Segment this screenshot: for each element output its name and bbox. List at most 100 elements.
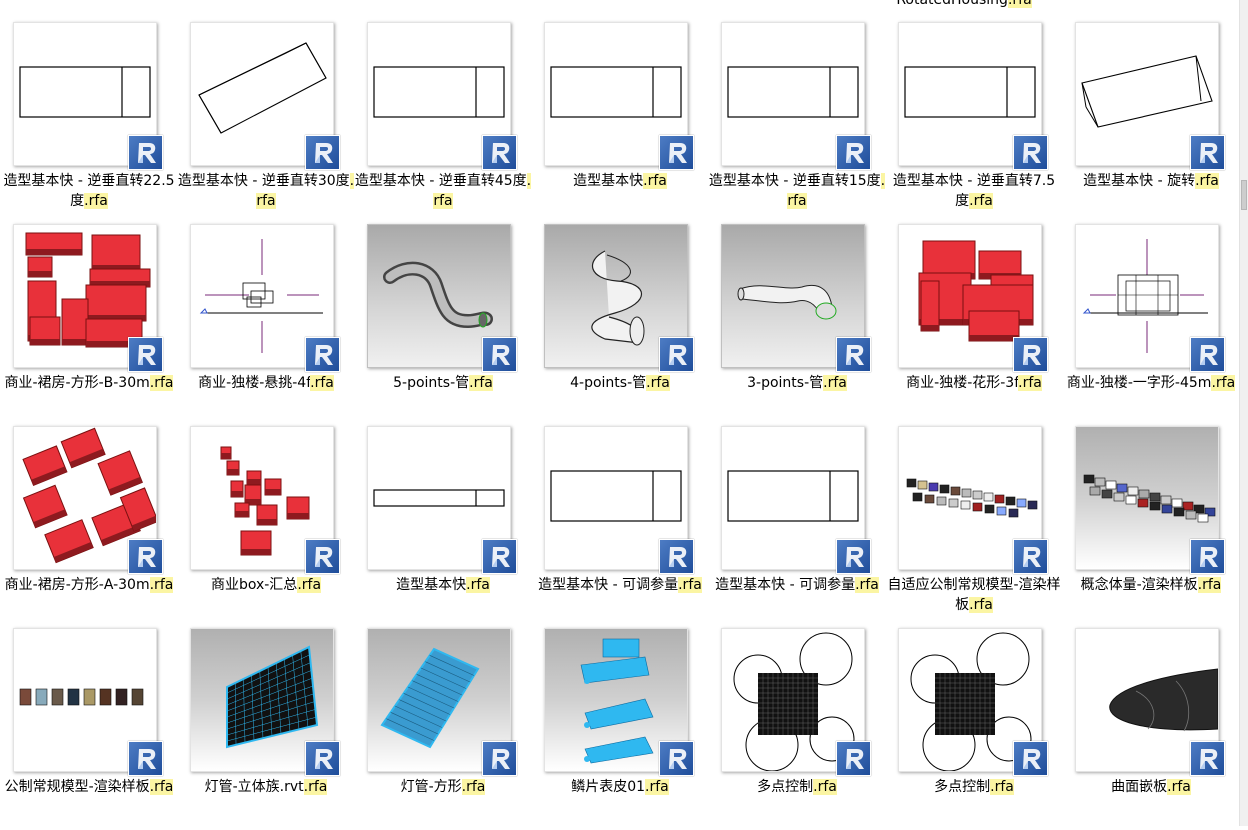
file-name-text: 造型基本快 - 逆垂直转30度: [177, 173, 350, 189]
file-name-label[interactable]: 商业-独楼-花形-3f.rfa: [885, 373, 1063, 393]
file-extension-highlight: .rfa: [645, 779, 669, 795]
file-extension-highlight: .rfa: [1167, 779, 1191, 795]
file-name-text: 造型基本快 - 逆垂直转15度: [708, 173, 881, 189]
file-name-label[interactable]: 造型基本快 - 可调参量.rfa: [531, 575, 709, 595]
revit-family-icon: [836, 741, 871, 776]
file-name-text: 商业-独楼-一字形-45m: [1066, 375, 1212, 391]
revit-family-icon: [1013, 135, 1048, 170]
revit-family-icon: [128, 539, 163, 574]
file-extension-highlight: .rfa: [855, 577, 879, 593]
file-name-label[interactable]: 3-points-管.rfa: [708, 373, 886, 393]
file-name-label[interactable]: 商业-裙房-方形-B-30m.rfa: [0, 373, 178, 393]
file-name-text: 商业-裙房-方形-A-30m: [4, 577, 150, 593]
revit-family-icon: [305, 539, 340, 574]
file-name-label[interactable]: 造型基本快 - 逆垂直转22.5度.rfa: [0, 171, 178, 211]
file-item[interactable]: 造型基本快 - 可调参量.rfa: [531, 426, 709, 628]
file-extension-highlight: .rfa: [303, 779, 328, 795]
file-name-label[interactable]: 4-points-管.rfa: [531, 373, 709, 393]
file-name-label[interactable]: 商业-独楼-一字形-45m.rfa: [1062, 373, 1240, 393]
file-name-text: 造型基本快 - 逆垂直转45度: [354, 173, 527, 189]
file-item[interactable]: 商业-独楼-花形-3f.rfa: [885, 224, 1063, 426]
file-name-label[interactable]: 造型基本快 - 可调参量.rfa: [708, 575, 886, 595]
file-item[interactable]: 造型基本快 - 可调参量.rfa: [708, 426, 886, 628]
file-extension-highlight: .rfa: [310, 375, 334, 391]
revit-family-icon: [482, 135, 517, 170]
file-item[interactable]: 概念体量-渲染样板.rfa: [1062, 426, 1240, 628]
file-extension-highlight: .rfa: [466, 577, 490, 593]
revit-family-icon: [1013, 539, 1048, 574]
file-item[interactable]: 多点控制.rfa: [885, 628, 1063, 830]
file-extension-highlight: .rfa: [297, 577, 322, 593]
file-item[interactable]: 造型基本快 - 逆垂直转22.5度.rfa: [0, 22, 178, 224]
file-name-label[interactable]: 曲面嵌板.rfa: [1062, 777, 1240, 797]
revit-family-icon: [305, 135, 340, 170]
file-item[interactable]: 商业-独楼-一字形-45m.rfa: [1062, 224, 1240, 426]
file-name-label[interactable]: 造型基本快.rfa: [531, 171, 709, 191]
file-item[interactable]: 商业-裙房-方形-B-30m.rfa: [0, 224, 178, 426]
revit-family-icon: [1190, 337, 1225, 372]
revit-family-icon: [836, 135, 871, 170]
file-name-label[interactable]: 造型基本快 - 逆垂直转45度.rfa: [354, 171, 532, 211]
file-name-label[interactable]: 商业-裙房-方形-A-30m.rfa: [0, 575, 178, 595]
file-name-label[interactable]: 造型基本快 - 逆垂直转30度.rfa: [177, 171, 355, 211]
file-item[interactable]: 造型基本快.rfa: [354, 426, 532, 628]
file-name-text: RotatedHousing: [896, 0, 1008, 8]
file-extension-highlight: .rfa: [643, 173, 667, 189]
file-extension-highlight: .rfa: [990, 779, 1014, 795]
file-name-label[interactable]: 造型基本快 - 逆垂直转15度.rfa: [708, 171, 886, 211]
file-extension-highlight: .rfa: [813, 779, 837, 795]
file-name-text: 多点控制: [757, 779, 814, 795]
file-item[interactable]: 5-points-管.rfa: [354, 224, 532, 426]
file-name-label[interactable]: 多点控制.rfa: [708, 777, 886, 797]
file-name-label[interactable]: 造型基本快 - 逆垂直转7.5度.rfa: [885, 171, 1063, 211]
file-name-label[interactable]: 5-points-管.rfa: [354, 373, 532, 393]
file-item[interactable]: 3-points-管.rfa: [708, 224, 886, 426]
file-item[interactable]: 造型基本快.rfa: [531, 22, 709, 224]
file-extension-highlight: .rfa: [1195, 173, 1219, 189]
revit-family-icon: [1013, 337, 1048, 372]
revit-family-icon: [482, 741, 517, 776]
file-name-label[interactable]: 商业-独楼-悬挑-4f.rfa: [177, 373, 355, 393]
file-name-text: 多点控制: [934, 779, 991, 795]
file-name-text: 商业-独楼-花形-3f: [906, 375, 1019, 391]
file-name-text: 造型基本快: [573, 173, 644, 189]
file-item[interactable]: 多点控制.rfa: [708, 628, 886, 830]
file-name-label[interactable]: 概念体量-渲染样板.rfa: [1062, 575, 1240, 595]
file-item[interactable]: 4-points-管.rfa: [531, 224, 709, 426]
file-item[interactable]: 鳞片表皮01.rfa: [531, 628, 709, 830]
file-name-label[interactable]: 灯管-立体族.rvt.rfa: [177, 777, 355, 797]
file-item[interactable]: 造型基本快 - 逆垂直转45度.rfa: [354, 22, 532, 224]
file-name-label[interactable]: 灯管-方形.rfa: [354, 777, 532, 797]
file-name-label[interactable]: 造型基本快 - 旋转.rfa: [1062, 171, 1240, 191]
file-item[interactable]: 自适应公制常规模型-渲染样板.rfa: [885, 426, 1063, 628]
revit-family-icon: [659, 135, 694, 170]
file-item[interactable]: 造型基本快 - 旋转.rfa: [1062, 22, 1240, 224]
file-item[interactable]: 造型基本快 - 逆垂直转30度.rfa: [177, 22, 355, 224]
file-item[interactable]: 商业-裙房-方形-A-30m.rfa: [0, 426, 178, 628]
file-item[interactable]: 造型基本快 - 逆垂直转15度.rfa: [708, 22, 886, 224]
revit-family-icon: [659, 539, 694, 574]
file-name-label[interactable]: 鳞片表皮01.rfa: [531, 777, 709, 797]
file-name-label[interactable]: 商业box-汇总.rfa: [177, 575, 355, 595]
file-name-label[interactable]: 公制常规模型-渲染样板.rfa: [0, 777, 178, 797]
file-item[interactable]: 曲面嵌板.rfa: [1062, 628, 1240, 830]
file-extension-highlight: .rfa: [678, 577, 702, 593]
file-item[interactable]: 灯管-立体族.rvt.rfa: [177, 628, 355, 830]
revit-family-icon: [1190, 741, 1225, 776]
file-name-label[interactable]: 多点控制.rfa: [885, 777, 1063, 797]
scrollbar-thumb[interactable]: [1241, 180, 1247, 210]
file-extension-highlight: .rfa: [646, 375, 670, 391]
file-item[interactable]: 灯管-方形.rfa: [354, 628, 532, 830]
revit-family-icon: [836, 337, 871, 372]
file-extension-highlight: .rfa: [1211, 375, 1236, 391]
file-item[interactable]: 公制常规模型-渲染样板.rfa: [0, 628, 178, 830]
revit-family-icon: [1013, 741, 1048, 776]
file-name-text: 造型基本快 - 可调参量: [538, 577, 679, 593]
file-item[interactable]: 商业box-汇总.rfa: [177, 426, 355, 628]
vertical-scrollbar[interactable]: [1239, 0, 1248, 826]
file-item[interactable]: 商业-独楼-悬挑-4f.rfa: [177, 224, 355, 426]
file-item[interactable]: 造型基本快 - 逆垂直转7.5度.rfa: [885, 22, 1063, 224]
file-name-label[interactable]: 造型基本快.rfa: [354, 575, 532, 595]
top-partial-label: RotatedHousing.rfa: [884, 0, 1044, 9]
file-name-label[interactable]: 自适应公制常规模型-渲染样板.rfa: [885, 575, 1063, 615]
